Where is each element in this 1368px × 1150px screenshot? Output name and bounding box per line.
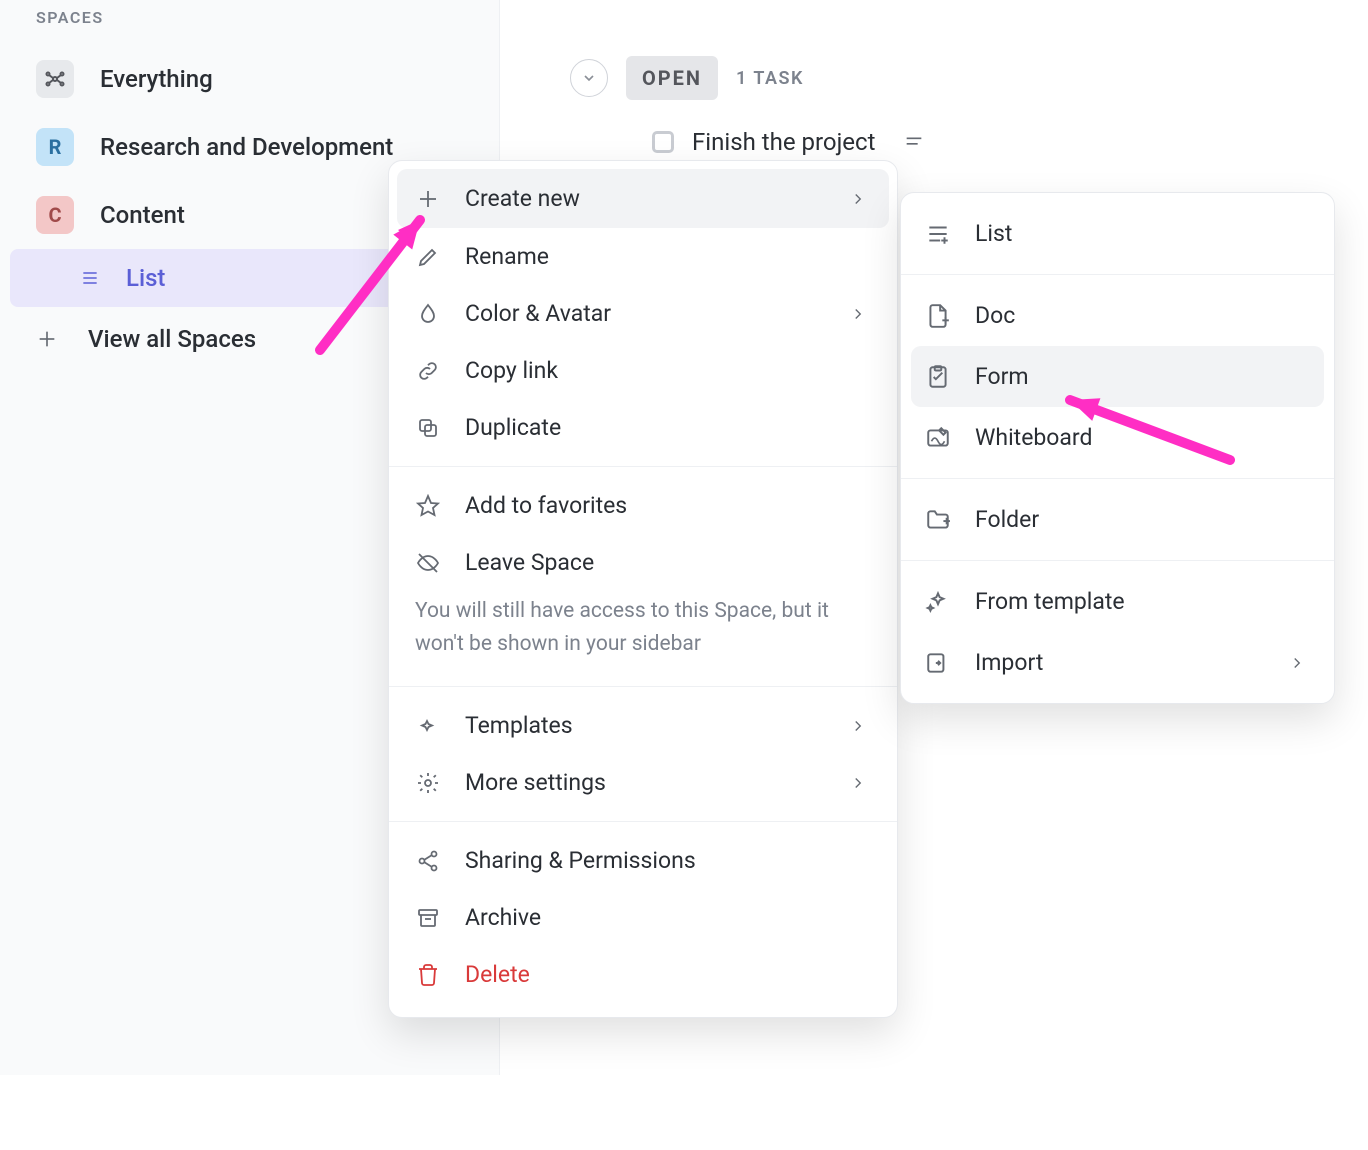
menu-label: Delete xyxy=(465,961,530,988)
submenu-label: From template xyxy=(975,588,1125,615)
submenu-from-template[interactable]: From template xyxy=(901,571,1334,632)
menu-separator xyxy=(389,821,897,822)
collapse-toggle[interactable] xyxy=(570,59,608,97)
share-icon xyxy=(415,848,441,874)
eye-off-icon xyxy=(415,550,441,576)
space-badge-r: R xyxy=(36,128,74,166)
sparkle-icon xyxy=(415,713,441,739)
menu-separator xyxy=(901,560,1334,561)
pencil-icon xyxy=(415,244,441,270)
gear-icon xyxy=(415,770,441,796)
doc-icon xyxy=(925,303,951,329)
leave-space-hint: You will still have access to this Space… xyxy=(389,591,897,676)
menu-label: More settings xyxy=(465,769,606,796)
task-row[interactable]: Finish the project xyxy=(500,100,1368,156)
menu-lines-icon xyxy=(80,268,100,288)
menu-label: Copy link xyxy=(465,357,558,384)
chevron-right-icon xyxy=(845,186,871,212)
menu-separator xyxy=(901,478,1334,479)
menu-label: Create new xyxy=(465,185,580,212)
chevron-right-icon xyxy=(845,770,871,796)
plus-icon xyxy=(36,328,58,350)
menu-sharing[interactable]: Sharing & Permissions xyxy=(389,832,897,889)
context-menu: Create new Rename Color & Avatar Copy li… xyxy=(388,160,898,1018)
menu-label: Templates xyxy=(465,712,573,739)
menu-archive[interactable]: Archive xyxy=(389,889,897,946)
menu-leave-space[interactable]: Leave Space xyxy=(389,534,897,591)
folder-icon xyxy=(925,507,951,533)
submenu-list[interactable]: List xyxy=(901,203,1334,264)
status-row: OPEN 1 TASK xyxy=(500,0,1368,100)
menu-delete[interactable]: Delete xyxy=(389,946,897,1003)
sidebar-item-label: Research and Development xyxy=(100,133,393,161)
trash-icon xyxy=(415,962,441,988)
star-icon xyxy=(415,493,441,519)
menu-separator xyxy=(389,466,897,467)
menu-more-settings[interactable]: More settings xyxy=(389,754,897,811)
archive-icon xyxy=(415,905,441,931)
menu-label: Archive xyxy=(465,904,541,931)
sidebar-item-label: Everything xyxy=(100,65,213,93)
chevron-right-icon xyxy=(1284,650,1310,676)
sidebar-item-label: List xyxy=(126,264,165,292)
everything-icon xyxy=(36,60,74,98)
submenu-label: Folder xyxy=(975,506,1039,533)
sparkle-icon xyxy=(925,589,951,615)
space-badge-c: C xyxy=(36,196,74,234)
menu-separator xyxy=(901,274,1334,275)
menu-separator xyxy=(389,686,897,687)
submenu-form[interactable]: Form xyxy=(911,346,1324,407)
menu-add-favorites[interactable]: Add to favorites xyxy=(389,477,897,534)
task-count: 1 TASK xyxy=(736,68,804,89)
menu-label: Leave Space xyxy=(465,549,594,576)
chevron-right-icon xyxy=(845,713,871,739)
submenu-folder[interactable]: Folder xyxy=(901,489,1334,550)
menu-label: Sharing & Permissions xyxy=(465,847,696,874)
submenu-label: Doc xyxy=(975,302,1015,329)
menu-templates[interactable]: Templates xyxy=(389,697,897,754)
more-lines-icon[interactable] xyxy=(903,131,925,153)
menu-create-new[interactable]: Create new xyxy=(397,169,889,228)
submenu-label: Form xyxy=(975,363,1029,390)
submenu-whiteboard[interactable]: Whiteboard xyxy=(901,407,1334,468)
task-status-box[interactable] xyxy=(652,131,674,153)
droplet-icon xyxy=(415,301,441,327)
submenu-label: Whiteboard xyxy=(975,424,1092,451)
task-name: Finish the project xyxy=(692,128,875,156)
menu-rename[interactable]: Rename xyxy=(389,228,897,285)
menu-duplicate[interactable]: Duplicate xyxy=(389,399,897,456)
view-all-label: View all Spaces xyxy=(88,325,256,353)
whiteboard-icon xyxy=(925,425,951,451)
menu-label: Rename xyxy=(465,243,549,270)
link-icon xyxy=(415,358,441,384)
create-new-submenu: List Doc Form Whiteboard Folder From tem… xyxy=(900,192,1335,704)
submenu-label: Import xyxy=(975,649,1043,676)
status-chip-open[interactable]: OPEN xyxy=(626,56,718,100)
submenu-doc[interactable]: Doc xyxy=(901,285,1334,346)
list-icon xyxy=(925,221,951,247)
menu-label: Color & Avatar xyxy=(465,300,611,327)
sidebar-item-everything[interactable]: Everything xyxy=(0,45,499,113)
plus-icon xyxy=(415,186,441,212)
copy-icon xyxy=(415,415,441,441)
sidebar-header: SPACES xyxy=(0,0,499,45)
submenu-import[interactable]: Import xyxy=(901,632,1334,693)
menu-label: Add to favorites xyxy=(465,492,627,519)
import-icon xyxy=(925,650,951,676)
chevron-right-icon xyxy=(845,301,871,327)
menu-copy-link[interactable]: Copy link xyxy=(389,342,897,399)
form-icon xyxy=(925,364,951,390)
sidebar-item-label: Content xyxy=(100,201,185,229)
menu-label: Duplicate xyxy=(465,414,561,441)
submenu-label: List xyxy=(975,220,1012,247)
menu-color-avatar[interactable]: Color & Avatar xyxy=(389,285,897,342)
